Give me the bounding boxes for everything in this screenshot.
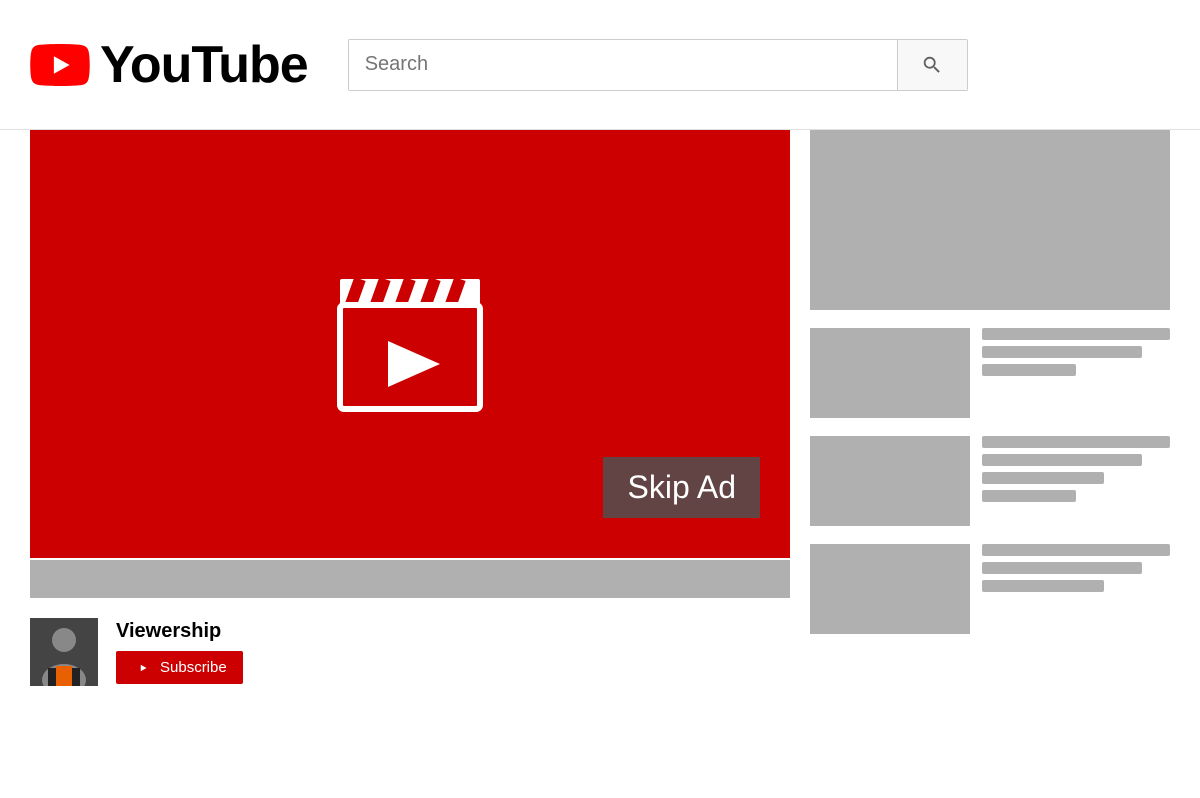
meta-line-4 xyxy=(982,490,1076,502)
skip-ad-button[interactable]: Skip Ad xyxy=(603,457,760,518)
sidebar-meta xyxy=(982,544,1170,634)
meta-line-3 xyxy=(982,472,1104,484)
subscribe-label: Subscribe xyxy=(160,659,227,676)
avatar xyxy=(30,618,98,686)
meta-line-3 xyxy=(982,580,1104,592)
video-progress-bar[interactable] xyxy=(30,560,790,598)
avatar-svg xyxy=(30,618,98,686)
channel-name: Viewership xyxy=(116,620,243,643)
youtube-logo-icon xyxy=(30,44,90,86)
sidebar-meta xyxy=(982,328,1170,418)
sidebar-meta xyxy=(982,436,1170,526)
avatar-image xyxy=(30,618,98,686)
search-button[interactable] xyxy=(897,40,967,90)
meta-line-1 xyxy=(982,544,1170,556)
logo-area: YouTube xyxy=(30,35,308,95)
sidebar-item[interactable] xyxy=(810,328,1170,418)
video-player[interactable]: Skip Ad xyxy=(30,130,790,558)
sidebar-thumb xyxy=(810,436,970,526)
sidebar-thumb xyxy=(810,328,970,418)
meta-line-2 xyxy=(982,346,1142,358)
sidebar-item[interactable] xyxy=(810,436,1170,526)
video-section: Skip Ad View xyxy=(30,130,790,686)
search-icon xyxy=(921,54,943,76)
channel-details: Viewership Subscribe xyxy=(116,620,243,684)
header: YouTube xyxy=(0,0,1200,130)
search-input[interactable] xyxy=(349,40,897,90)
channel-info: Viewership Subscribe xyxy=(30,618,790,686)
subscribe-button[interactable]: Subscribe xyxy=(116,651,243,684)
meta-line-3 xyxy=(982,364,1076,376)
meta-line-2 xyxy=(982,454,1142,466)
main-content: Skip Ad View xyxy=(0,130,1200,686)
sidebar-banner-ad xyxy=(810,130,1170,310)
meta-line-1 xyxy=(982,436,1170,448)
sidebar xyxy=(810,130,1170,686)
search-bar[interactable] xyxy=(348,39,968,91)
youtube-title: YouTube xyxy=(100,35,308,95)
film-clapper-icon xyxy=(330,269,490,419)
sidebar-thumb xyxy=(810,544,970,634)
meta-line-1 xyxy=(982,328,1170,340)
subscribe-yt-icon xyxy=(132,660,154,676)
meta-line-2 xyxy=(982,562,1142,574)
sidebar-item[interactable] xyxy=(810,544,1170,634)
